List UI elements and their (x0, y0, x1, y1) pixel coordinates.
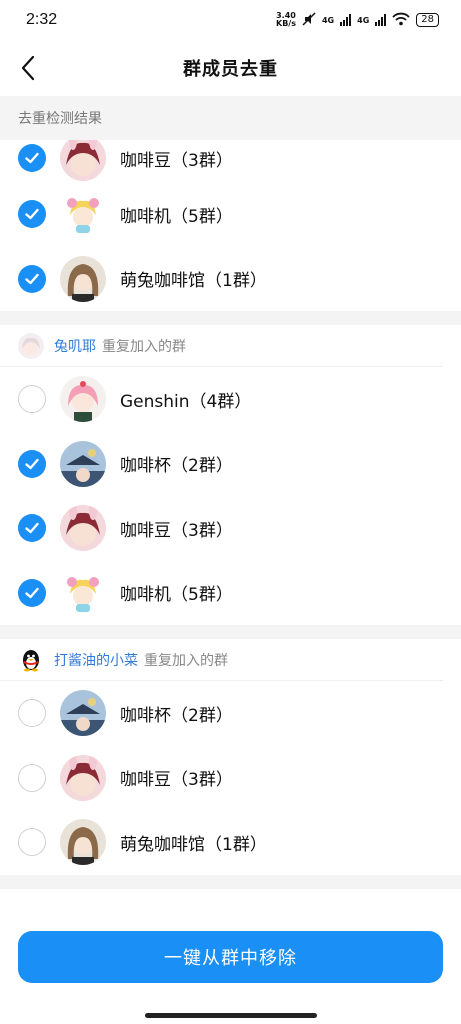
checkbox-checked[interactable] (18, 449, 46, 478)
checkbox-unchecked[interactable] (18, 699, 46, 728)
section-divider (0, 311, 461, 325)
list-item[interactable]: 咖啡杯（2群） (0, 432, 461, 497)
status-time: 2:32 (26, 11, 58, 28)
avatar (60, 569, 106, 616)
check-icon (25, 209, 39, 220)
list-item-label: 咖啡机（5群） (120, 585, 233, 606)
status-icons: 3.40 KB/s 4G 4G 28 (276, 12, 439, 29)
list-item-label: 咖啡豆（3群） (120, 520, 233, 541)
remove-from-group-button[interactable]: 一键从群中移除 (18, 931, 443, 983)
avatar (18, 332, 44, 359)
page-title: 群成员去重 (183, 59, 278, 80)
footer: 一键从群中移除 (0, 916, 461, 1024)
list-item[interactable]: 咖啡机（5群） (0, 182, 461, 247)
list-item[interactable]: 咖啡豆（3群） (0, 496, 461, 561)
checkbox-checked[interactable] (18, 264, 46, 293)
status-bar: 2:32 3.40 KB/s 4G 4G 28 (0, 0, 461, 40)
qq-penguin-icon (18, 647, 44, 673)
list-item-label: 咖啡豆（3群） (120, 150, 233, 171)
list-item-label: Genshin（4群） (120, 391, 252, 412)
list-item[interactable]: 咖啡豆（3群） (0, 746, 461, 811)
group-header-desc: 重复加入的群 (102, 338, 186, 355)
list-item[interactable]: Genshin（4群） (0, 367, 461, 432)
group-header: 兔叽耶 重复加入的群 (0, 325, 443, 367)
list-item-label: 萌兔咖啡馆（1群） (120, 834, 267, 855)
checkbox-unchecked[interactable] (18, 763, 46, 792)
signal-icon (340, 14, 352, 26)
network-type-1: 4G (321, 15, 335, 25)
checkbox-checked[interactable] (18, 144, 46, 173)
group-header-desc: 重复加入的群 (144, 652, 228, 669)
check-icon (25, 587, 39, 598)
battery-icon: 28 (416, 13, 439, 27)
avatar (60, 255, 106, 302)
section-divider (0, 874, 461, 889)
avatar (60, 819, 106, 866)
group-header: 打酱油的小菜 重复加入的群 (0, 639, 443, 681)
list-item-label: 咖啡机（5群） (120, 206, 233, 227)
avatar (60, 376, 106, 423)
signal-icon (375, 14, 387, 26)
section-divider (0, 625, 461, 639)
avatar (60, 754, 106, 801)
list-item-label: 萌兔咖啡馆（1群） (120, 271, 267, 292)
checkbox-unchecked[interactable] (18, 385, 46, 414)
nav-bar: 群成员去重 (0, 40, 461, 96)
list-item[interactable]: 萌兔咖啡馆（1群） (0, 810, 461, 875)
list-item[interactable]: 咖啡机（5群） (0, 561, 461, 626)
avatar (60, 690, 106, 737)
list-item-clipped: 咖啡豆（3群） (0, 140, 461, 182)
list-item-label: 咖啡杯（2群） (120, 456, 233, 477)
list-item-label: 咖啡豆（3群） (120, 770, 233, 791)
group-member-name[interactable]: 兔叽耶 (54, 336, 96, 356)
check-icon (25, 523, 39, 534)
list-item[interactable]: 咖啡杯（2群） (0, 681, 461, 746)
check-icon (25, 273, 39, 284)
checkbox-checked[interactable] (18, 514, 46, 543)
list-item[interactable]: 萌兔咖啡馆（1群） (0, 247, 461, 312)
avatar (60, 140, 106, 182)
mute-icon (302, 11, 316, 29)
chevron-left-icon (21, 55, 35, 81)
checkbox-checked[interactable] (18, 200, 46, 229)
check-icon (25, 153, 39, 164)
checkbox-checked[interactable] (18, 578, 46, 607)
avatar (60, 191, 106, 238)
check-icon (25, 458, 39, 469)
list-item-label: 咖啡杯（2群） (120, 705, 233, 726)
section-header: 去重检测结果 (0, 96, 461, 140)
avatar (60, 505, 106, 552)
network-speed: 3.40 KB/s (276, 11, 296, 28)
group-member-name[interactable]: 打酱油的小菜 (54, 650, 138, 670)
list-item[interactable]: 咖啡豆（3群） (0, 140, 461, 182)
back-button[interactable] (14, 52, 42, 84)
avatar (60, 440, 106, 487)
checkbox-unchecked[interactable] (18, 828, 46, 857)
network-type-2: 4G (357, 15, 370, 25)
wifi-icon (392, 12, 410, 29)
home-indicator[interactable] (145, 1013, 317, 1018)
